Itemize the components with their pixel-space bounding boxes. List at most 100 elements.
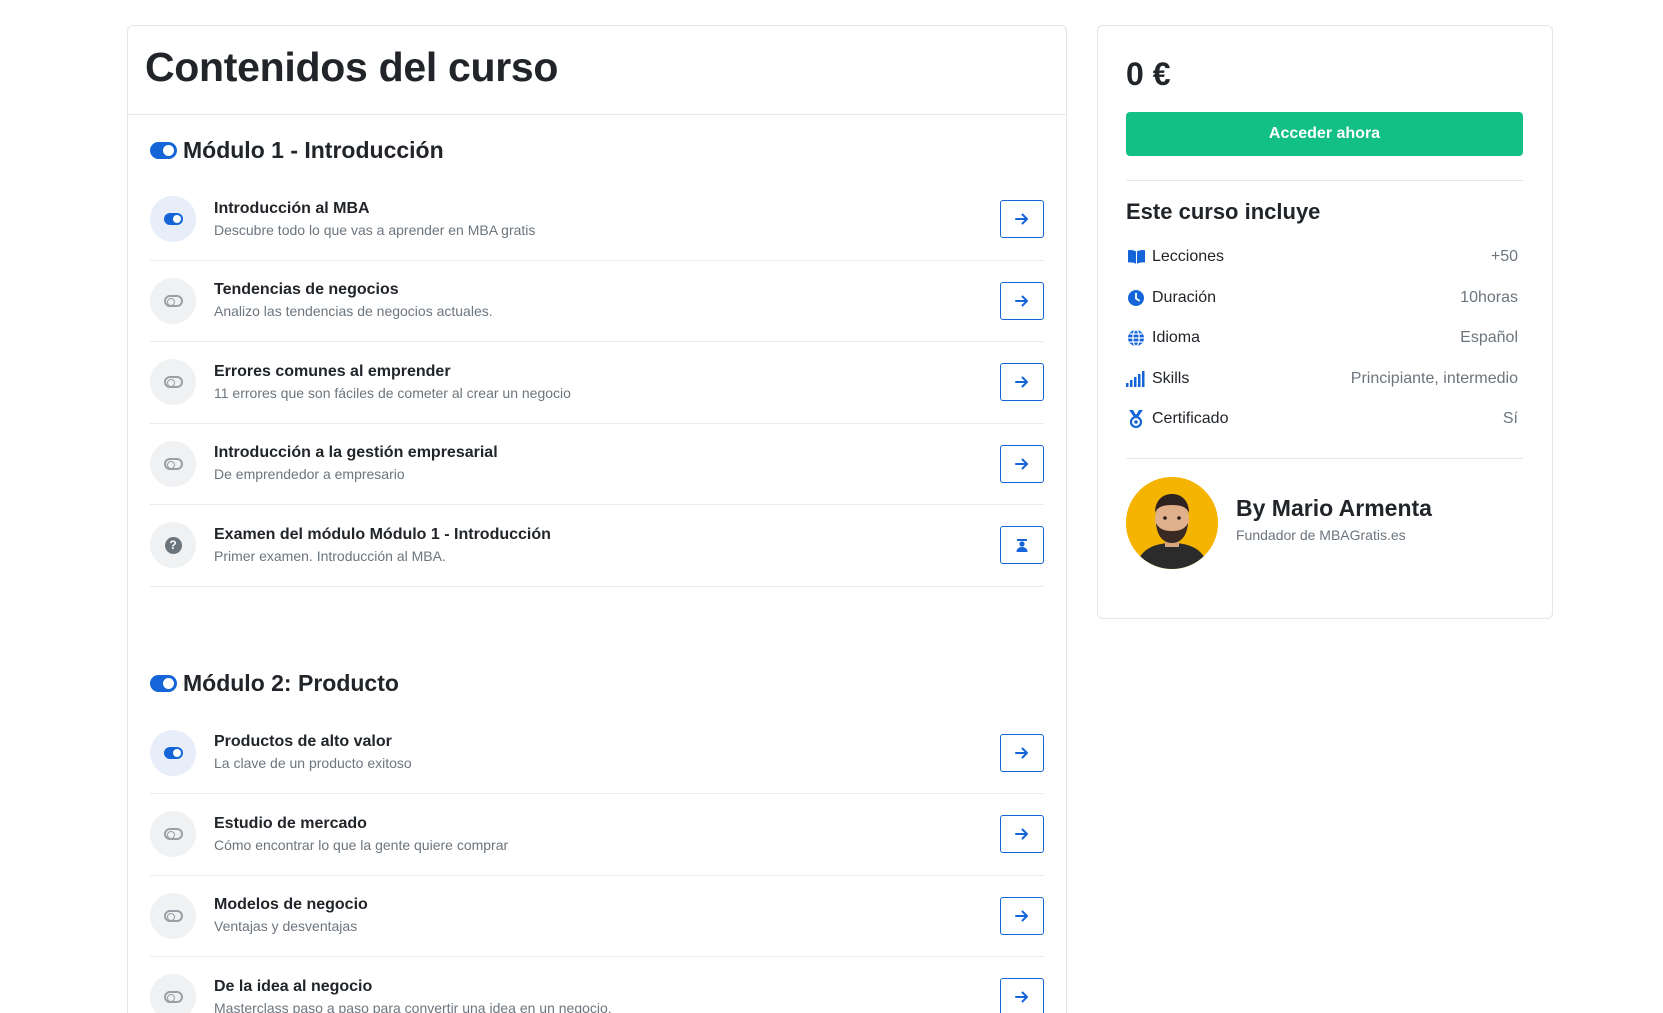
lesson-title: Examen del módulo Módulo 1 - Introducció… (214, 525, 551, 543)
avatar (1126, 476, 1218, 569)
include-value: +50 (1490, 248, 1518, 266)
globe-icon (1126, 328, 1146, 348)
divider (1126, 180, 1523, 181)
include-label: Lecciones (1152, 248, 1225, 266)
lesson-title: Errores comunes al emprender (214, 362, 451, 380)
toggle-off-icon (163, 294, 183, 307)
page-title: Contenidos del curso (145, 44, 559, 90)
medal-icon (1126, 409, 1146, 429)
include-item-language: Idioma Español (1126, 318, 1523, 359)
lesson-title: De la idea al negocio (214, 977, 373, 995)
lesson-subtitle: La clave de un producto exitoso (214, 755, 412, 772)
lesson-subtitle: Ventajas y desventajas (214, 918, 358, 935)
lesson-title: Estudio de mercado (214, 814, 367, 832)
lesson-row[interactable]: Tendencias de negocios Analizo las tende… (150, 261, 1044, 342)
includes-title: Este curso incluye (1126, 199, 1321, 224)
lesson-row[interactable]: Introducción al MBA Descubre todo lo que… (150, 179, 1044, 261)
toggle-on-icon (163, 213, 183, 226)
lesson-row[interactable]: ? Examen del módulo Módulo 1 - Introducc… (150, 505, 1044, 587)
open-lesson-button[interactable] (1000, 200, 1044, 239)
lesson-row[interactable]: Modelos de negocio Ventajas y desventaja… (150, 876, 1044, 957)
lesson-status (150, 892, 196, 939)
open-lesson-button[interactable] (1000, 363, 1044, 402)
module-1: Módulo 1 - Introducción Introducción al … (128, 115, 1066, 587)
arrow-right-icon (1015, 910, 1028, 922)
toggle-off-icon (163, 457, 183, 470)
author-role: Fundador de MBAGratis.es (1236, 526, 1406, 543)
lesson-row[interactable]: De la idea al negocio Masterclass paso a… (150, 957, 1044, 1013)
include-value: Sí (1502, 410, 1518, 428)
toggle-off-icon (163, 909, 183, 922)
include-item-duration: Duración 10horas (1126, 278, 1523, 319)
module-title: Módulo 2: Producto (183, 670, 399, 696)
open-lesson-button[interactable] (1000, 978, 1044, 1013)
author-block: By Mario Armenta Fundador de MBAGratis.e… (1126, 476, 1524, 569)
course-contents-card: Contenidos del curso Módulo 1 - Introduc… (127, 25, 1067, 1013)
lesson-title: Tendencias de negocios (214, 281, 399, 299)
lesson-subtitle: Analizo las tendencias de negocios actua… (214, 303, 493, 320)
module-header[interactable]: Módulo 2: Producto (150, 649, 1044, 713)
arrow-right-icon (1015, 747, 1028, 759)
open-lesson-button[interactable] (1000, 896, 1044, 935)
lesson-subtitle: 11 errores que son fáciles de cometer al… (214, 384, 571, 401)
lesson-status (150, 811, 196, 858)
lesson-title: Productos de alto valor (214, 733, 392, 751)
include-item-lessons: Lecciones +50 (1126, 237, 1523, 278)
include-value: Español (1460, 329, 1518, 347)
toggle-off-icon (163, 376, 183, 389)
lesson-row[interactable]: Introducción a la gestión empresarial De… (150, 424, 1044, 505)
include-item-certificate: Certificado Sí (1126, 399, 1523, 440)
lesson-subtitle: De emprendedor a empresario (214, 466, 405, 483)
divider (1126, 457, 1523, 459)
lesson-row[interactable]: Errores comunes al emprender 11 errores … (150, 342, 1044, 424)
open-exam-button[interactable] (1000, 526, 1044, 565)
arrow-right-icon (1015, 213, 1028, 225)
lesson-title: Introducción al MBA (214, 199, 370, 217)
toggle-on-icon (163, 746, 183, 759)
lesson-status (150, 277, 196, 324)
arrow-right-icon (1015, 828, 1028, 840)
graduate-icon (1016, 538, 1028, 552)
include-label: Skills (1152, 369, 1190, 387)
course-contents-header: Contenidos del curso (128, 26, 1066, 115)
arrow-right-icon (1015, 295, 1028, 307)
toggle-off-icon (163, 828, 183, 841)
include-value: 10horas (1460, 288, 1518, 306)
access-now-button[interactable]: Acceder ahora (1126, 112, 1523, 156)
course-price: 0 € (1126, 56, 1171, 92)
include-label: Duración (1152, 288, 1217, 306)
course-purchase-card: 0 € Acceder ahora Este curso incluye Lec… (1097, 25, 1553, 619)
arrow-right-icon (1015, 458, 1028, 470)
lesson-status (150, 359, 196, 406)
module-header[interactable]: Módulo 1 - Introducción (150, 115, 1044, 179)
arrow-right-icon (1015, 376, 1028, 388)
lesson-subtitle: Primer examen. Introducción al MBA. (214, 547, 446, 564)
open-lesson-button[interactable] (1000, 281, 1044, 320)
include-value: Principiante, intermedio (1350, 369, 1518, 387)
lesson-subtitle: Cómo encontrar lo que la gente quiere co… (214, 836, 509, 853)
lesson-title: Introducción a la gestión empresarial (214, 444, 498, 462)
lesson-status (150, 440, 196, 487)
lesson-status: ? (150, 522, 196, 569)
author-name: By Mario Armenta (1236, 494, 1432, 521)
include-label: Certificado (1152, 410, 1229, 428)
question-circle-icon: ? (164, 536, 182, 554)
lesson-subtitle: Descubre todo lo que vas a aprender en M… (214, 221, 536, 238)
lesson-status (150, 729, 196, 776)
open-lesson-button[interactable] (1000, 444, 1044, 483)
include-label: Idioma (1152, 329, 1201, 347)
book-icon (1126, 247, 1146, 267)
include-item-skills: Skills Principiante, intermedio (1126, 359, 1523, 400)
module-2: Módulo 2: Producto Productos de alto val… (128, 649, 1066, 1013)
lesson-row[interactable]: Productos de alto valor La clave de un p… (150, 713, 1044, 794)
open-lesson-button[interactable] (1000, 733, 1044, 772)
signal-bars-icon (1126, 369, 1146, 389)
toggle-off-icon (163, 991, 183, 1004)
open-lesson-button[interactable] (1000, 815, 1044, 854)
clock-icon (1126, 288, 1146, 308)
lesson-status (150, 196, 196, 243)
lesson-row[interactable]: Estudio de mercado Cómo encontrar lo que… (150, 794, 1044, 876)
includes-list: Lecciones +50 Duración 10horas Idioma Es… (1126, 237, 1523, 440)
toggle-on-icon (150, 675, 177, 692)
lesson-status (150, 974, 196, 1013)
